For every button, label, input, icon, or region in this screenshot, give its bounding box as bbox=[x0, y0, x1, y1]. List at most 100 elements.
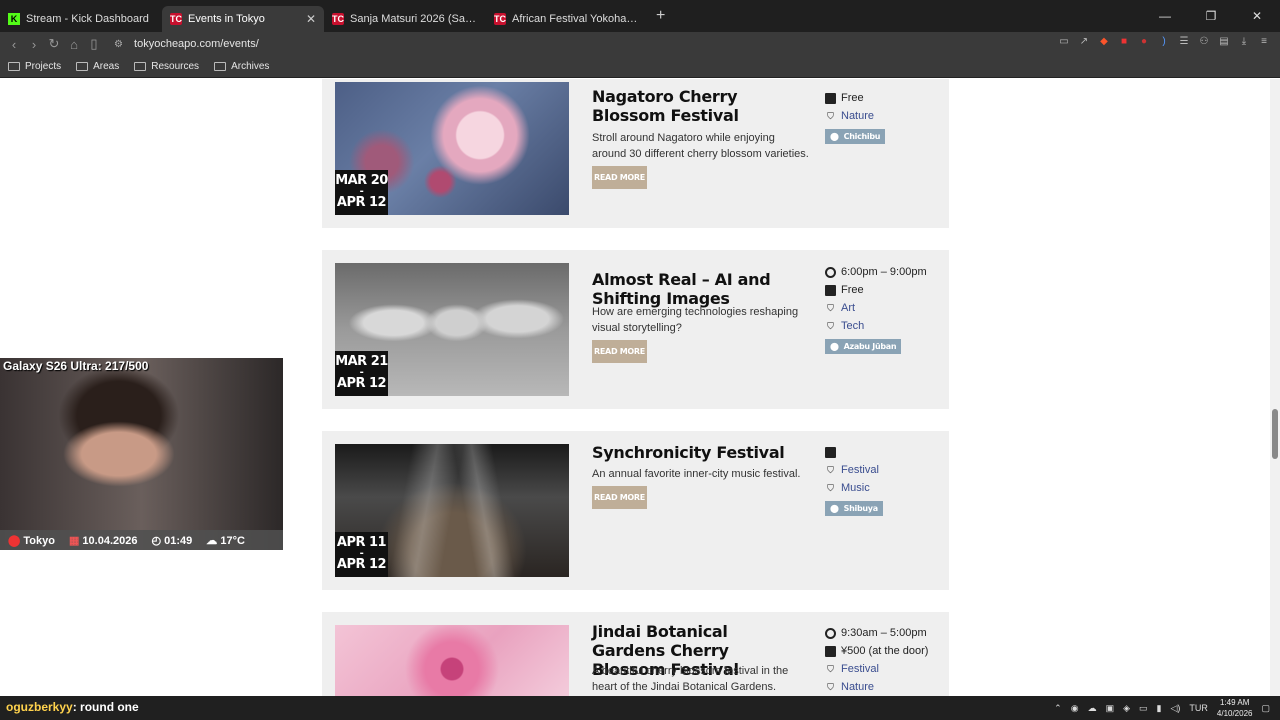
microphone-icon[interactable]: ▮ bbox=[1157, 703, 1162, 714]
taskbar: oguzberkyy: round one ⌃ ◉ ☁ ▣ ◈ ▭ ▮ ◁) T… bbox=[0, 696, 1280, 720]
chevron-up-icon[interactable]: ⌃ bbox=[1054, 703, 1062, 714]
webcam-overlay: Galaxy S26 Ultra: 217/500 ⬤ Tokyo ▦ 10.0… bbox=[0, 358, 283, 550]
event-description: Stroll around Nagatoro while enjoying ar… bbox=[592, 132, 809, 160]
read-more-button[interactable]: READ MORE bbox=[592, 340, 647, 363]
location-badge[interactable]: ⬤ Azabu Jūban bbox=[825, 339, 902, 354]
bookmark-archives[interactable]: Archives bbox=[214, 61, 269, 72]
back-icon[interactable]: ‹ bbox=[4, 37, 24, 52]
tag-link[interactable]: Tech bbox=[841, 320, 864, 332]
tab-title: Sanja Matsuri 2026 (Sanja Festival), M bbox=[350, 13, 478, 25]
scrollbar-thumb[interactable] bbox=[1272, 409, 1278, 459]
tab-kick-dashboard[interactable]: K Stream - Kick Dashboard bbox=[0, 6, 162, 32]
event-image[interactable] bbox=[335, 625, 569, 696]
cast-icon[interactable]: ▭ bbox=[1058, 36, 1070, 50]
bookmark-areas[interactable]: Areas bbox=[76, 61, 119, 72]
app-icon[interactable]: ▣ bbox=[1106, 703, 1115, 714]
bookmark-resources[interactable]: Resources bbox=[134, 61, 199, 72]
taskbar-clock[interactable]: 1:49 AM 4/10/2026 bbox=[1217, 697, 1253, 719]
wallet-icon[interactable]: ▤ bbox=[1218, 36, 1230, 50]
price-text: Free bbox=[841, 92, 864, 104]
new-tab-icon[interactable]: + bbox=[656, 7, 665, 25]
tab-title: African Festival Yokohama 2026, Apr bbox=[512, 13, 640, 25]
clock-icon bbox=[825, 266, 836, 278]
event-image[interactable]: MAR 20 - APR 12 bbox=[335, 82, 569, 215]
share-icon[interactable]: ↗ bbox=[1078, 36, 1090, 50]
tag-row: ⛉ Nature bbox=[825, 678, 945, 696]
url-field[interactable]: ⚙ tokyocheapo.com/events/ bbox=[114, 38, 259, 50]
time-row: 6:00pm – 9:00pm bbox=[825, 263, 945, 281]
volume-icon[interactable]: ◁) bbox=[1170, 703, 1180, 714]
webcam-info-bar: ⬤ Tokyo ▦ 10.04.2026 ◴ 01:49 ☁ 17°C bbox=[0, 530, 283, 550]
download-icon[interactable]: ⤓ bbox=[1238, 36, 1250, 50]
notifications-icon[interactable]: ▢ bbox=[1261, 703, 1270, 714]
map-pin-icon: ⬤ bbox=[830, 342, 839, 351]
tag-link[interactable]: Nature bbox=[841, 110, 874, 122]
sidebar-icon[interactable]: ▯ bbox=[84, 36, 104, 52]
date-end: APR 12 bbox=[336, 195, 387, 210]
extension-icon[interactable]: ■ bbox=[1118, 36, 1130, 50]
price-text: ¥500 (at the door) bbox=[841, 645, 929, 657]
chat-text: round one bbox=[80, 700, 139, 714]
date-end: APR 12 bbox=[336, 376, 387, 391]
tab-african-festival[interactable]: TC African Festival Yokohama 2026, Apr bbox=[486, 6, 648, 32]
location-text: Chichibu bbox=[843, 132, 881, 141]
money-icon bbox=[825, 284, 836, 296]
event-card: APR 11 - APR 12 Synchronicity Festival A… bbox=[322, 431, 949, 590]
tokyo-cheapo-favicon-icon: TC bbox=[170, 13, 182, 25]
cloud-icon: ☁ bbox=[206, 534, 218, 547]
money-icon bbox=[825, 446, 836, 458]
tag-link[interactable]: Festival bbox=[841, 663, 879, 675]
url-text: tokyocheapo.com/events/ bbox=[134, 38, 259, 50]
location-badge[interactable]: ⬤ Shibuya bbox=[825, 501, 883, 516]
read-more-button[interactable]: READ MORE bbox=[592, 166, 647, 189]
tag-link[interactable]: Art bbox=[841, 302, 855, 314]
brave-shield-icon[interactable]: ◆ bbox=[1098, 36, 1110, 50]
minimize-icon[interactable]: — bbox=[1142, 0, 1188, 32]
date-badge: APR 11 - APR 12 bbox=[335, 532, 388, 577]
forward-icon[interactable]: › bbox=[24, 37, 44, 52]
extension-icon[interactable]: ) bbox=[1158, 36, 1170, 50]
price-row: Free bbox=[825, 281, 945, 299]
folder-icon bbox=[134, 62, 147, 71]
event-image[interactable]: MAR 21 - APR 12 bbox=[335, 263, 569, 396]
clock-date: 4/10/2026 bbox=[1216, 709, 1253, 718]
tag-row: ⛉ Music bbox=[825, 479, 945, 497]
price-row: Free bbox=[825, 89, 945, 107]
tab-sanja-matsuri[interactable]: TC Sanja Matsuri 2026 (Sanja Festival), … bbox=[324, 6, 486, 32]
tag-icon: ⛉ bbox=[827, 663, 834, 674]
folder-icon bbox=[76, 62, 89, 71]
reload-icon[interactable]: ↻ bbox=[44, 36, 64, 52]
page-scrollbar[interactable] bbox=[1270, 79, 1280, 696]
bookmarks-bar: Projects Areas Resources Archives bbox=[0, 56, 1280, 78]
extension-icon[interactable]: ● bbox=[1138, 36, 1150, 50]
discord-icon[interactable]: ◉ bbox=[1071, 703, 1079, 714]
event-title[interactable]: Nagatoro Cherry Blossom Festival bbox=[592, 87, 797, 125]
event-title[interactable]: Almost Real – AI and Shifting Images bbox=[592, 270, 797, 308]
language-indicator[interactable]: TUR bbox=[1189, 703, 1208, 713]
network-icon[interactable]: ▭ bbox=[1139, 703, 1148, 714]
tab-events-in-tokyo[interactable]: TC Events in Tokyo ✕ bbox=[162, 6, 324, 32]
extension-icon[interactable]: ☰ bbox=[1178, 36, 1190, 50]
home-icon[interactable]: ⌂ bbox=[64, 37, 84, 52]
tokyo-cheapo-favicon-icon: TC bbox=[494, 13, 506, 25]
event-title[interactable]: Synchronicity Festival bbox=[592, 443, 812, 462]
close-tab-icon[interactable]: ✕ bbox=[306, 12, 316, 26]
app-icon[interactable]: ◈ bbox=[1123, 703, 1130, 714]
location-badge[interactable]: ⬤ Chichibu bbox=[825, 129, 886, 144]
event-image[interactable]: APR 11 - APR 12 bbox=[335, 444, 569, 577]
date-end: APR 12 bbox=[336, 557, 387, 572]
close-window-icon[interactable]: ✕ bbox=[1234, 0, 1280, 32]
map-pin-icon: ⬤ bbox=[830, 504, 839, 513]
extensions-icon[interactable]: ⚇ bbox=[1198, 36, 1210, 50]
event-meta: 9:30am – 5:00pm ¥500 (at the door) ⛉ Fest… bbox=[825, 624, 945, 696]
site-info-icon[interactable]: ⚙ bbox=[114, 39, 123, 50]
onedrive-icon[interactable]: ☁ bbox=[1088, 703, 1097, 714]
read-more-button[interactable]: READ MORE bbox=[592, 486, 647, 509]
tag-link[interactable]: Nature bbox=[841, 681, 874, 693]
restore-icon[interactable]: ❐ bbox=[1188, 0, 1234, 32]
event-card: MAR 21 - APR 12 Almost Real – AI and Shi… bbox=[322, 250, 949, 409]
menu-icon[interactable]: ≡ bbox=[1258, 36, 1270, 50]
bookmark-projects[interactable]: Projects bbox=[8, 61, 61, 72]
tag-link[interactable]: Music bbox=[841, 482, 870, 494]
tag-link[interactable]: Festival bbox=[841, 464, 879, 476]
